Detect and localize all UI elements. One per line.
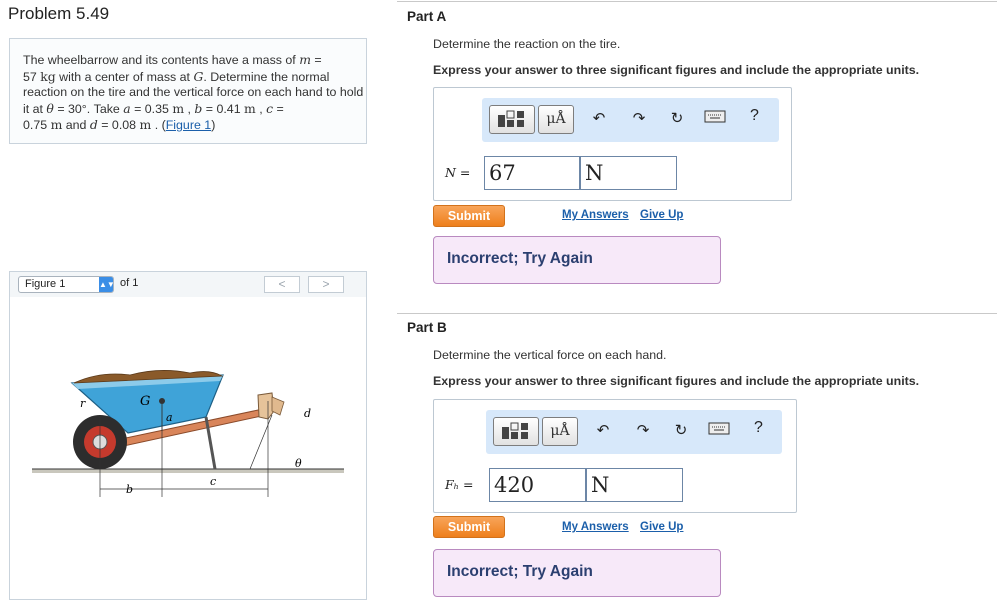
label-b: b: [126, 483, 133, 496]
part-b-submit-button[interactable]: Submit: [433, 516, 505, 538]
problem-text: = 0.08: [97, 118, 140, 132]
part-a-submit-button[interactable]: Submit: [433, 205, 505, 227]
figure-select-value: Figure 1: [25, 278, 66, 290]
units-button[interactable]: μÅ: [542, 417, 578, 446]
part-a-unit-input[interactable]: N: [580, 156, 677, 190]
part-b-answer-box: μÅ ↶ ↷ ↻ ? Fₕ = 420 N: [433, 399, 797, 513]
reset-icon[interactable]: ↻: [666, 108, 688, 130]
templates-button[interactable]: [493, 417, 539, 446]
problem-text: ,: [184, 101, 195, 116]
figure-nav-bar: Figure 1 ▲▼ of 1 < >: [9, 271, 367, 298]
unit-m: m: [139, 117, 152, 132]
problem-title: Problem 5.49: [8, 4, 110, 23]
select-arrows-icon: ▲▼: [99, 277, 115, 292]
part-a-my-answers-link[interactable]: My Answers: [562, 209, 629, 221]
problem-text: . (: [151, 118, 166, 132]
var-g: G: [193, 68, 204, 84]
part-a-feedback: Incorrect; Try Again: [433, 236, 721, 284]
part-b-divider: [397, 313, 997, 314]
figure-count: of 1: [120, 277, 139, 289]
help-icon[interactable]: ?: [754, 419, 763, 437]
var-theta: θ: [46, 100, 54, 116]
keyboard-icon[interactable]: [704, 108, 726, 130]
undo-icon[interactable]: ↶: [588, 108, 610, 130]
problem-text: . Take: [86, 101, 124, 116]
thumb: [271, 396, 285, 416]
unit-m: m: [172, 100, 185, 116]
templates-icon: [502, 422, 528, 439]
label-c: c: [210, 475, 216, 488]
part-a-toolbar: μÅ ↶ ↷ ↻ ?: [482, 98, 779, 142]
center-of-mass-dot: [159, 398, 165, 404]
part-b-title: Part B: [407, 320, 447, 335]
figure-link[interactable]: Figure 1: [166, 118, 211, 132]
reset-icon[interactable]: ↻: [670, 420, 692, 442]
label-a: a: [166, 411, 173, 424]
redo-icon[interactable]: ↷: [628, 108, 650, 130]
part-b-value-input[interactable]: 420: [489, 468, 586, 502]
problem-text: ,: [255, 101, 267, 116]
problem-text: The wheelbarrow and its contents have a …: [23, 53, 300, 67]
problem-text: with a center of mass at: [55, 69, 194, 84]
prev-figure-button[interactable]: <: [264, 276, 300, 293]
problem-text: = 0.35: [130, 101, 173, 116]
var-d: d: [89, 117, 98, 132]
label-r: r: [80, 397, 86, 410]
wheelbarrow-figure: r G a d θ b c: [32, 370, 344, 497]
problem-text: = 30°: [53, 101, 87, 116]
problem-text: =: [273, 101, 284, 116]
next-figure-button[interactable]: >: [308, 276, 344, 293]
problem-text: and: [62, 118, 90, 132]
dim-line-theta: [249, 414, 273, 470]
figure-panel: r G a d θ b c: [9, 297, 367, 600]
unit-m: m: [50, 117, 63, 132]
problem-text: ): [211, 118, 216, 132]
part-b-question: Determine the vertical force on each han…: [433, 348, 667, 362]
part-b-var-label: Fₕ =: [445, 477, 474, 492]
keyboard-icon[interactable]: [708, 420, 730, 442]
redo-icon[interactable]: ↷: [632, 420, 654, 442]
part-a-instruction: Express your answer to three significant…: [433, 63, 920, 77]
problem-statement: The wheelbarrow and its contents have a …: [9, 38, 367, 144]
part-a-answer-box: μÅ ↶ ↷ ↻ ? N = 67 N: [433, 87, 792, 201]
part-a-question: Determine the reaction on the tire.: [433, 37, 621, 51]
part-a-value-input[interactable]: 67: [484, 156, 580, 190]
problem-text: =: [310, 53, 322, 67]
help-icon[interactable]: ?: [750, 107, 759, 125]
part-a-title: Part A: [407, 9, 447, 24]
part-b-feedback: Incorrect; Try Again: [433, 549, 721, 597]
label-g: G: [140, 394, 150, 409]
part-b-toolbar: μÅ ↶ ↷ ↻ ?: [486, 410, 782, 454]
part-a-var-label: N =: [445, 165, 471, 180]
part-b-instruction: Express your answer to three significant…: [433, 374, 920, 388]
problem-text: 0.75: [23, 118, 51, 132]
var-a: a: [123, 100, 131, 116]
figure-select[interactable]: Figure 1 ▲▼: [18, 276, 115, 293]
label-theta: θ: [295, 457, 302, 470]
part-b-my-answers-link[interactable]: My Answers: [562, 521, 629, 533]
var-m: m: [299, 52, 311, 67]
part-b-give-up-link[interactable]: Give Up: [640, 521, 683, 533]
label-d: d: [304, 407, 311, 420]
part-a-give-up-link[interactable]: Give Up: [640, 209, 683, 221]
part-a-divider: [397, 1, 997, 2]
undo-icon[interactable]: ↶: [592, 420, 614, 442]
part-b-unit-input[interactable]: N: [586, 468, 683, 502]
problem-text: = 0.41: [202, 101, 245, 116]
templates-icon: [498, 110, 524, 127]
units-button[interactable]: μÅ: [538, 105, 574, 134]
mass-unit: kg: [40, 68, 56, 84]
mass-value: 57: [23, 69, 37, 84]
templates-button[interactable]: [489, 105, 535, 134]
unit-m: m: [244, 100, 256, 116]
